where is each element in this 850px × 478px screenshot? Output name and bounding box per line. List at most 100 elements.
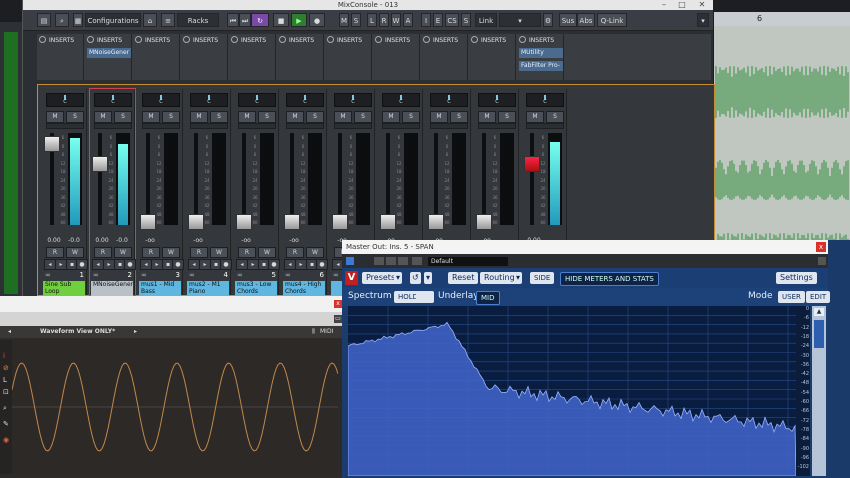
home-icon[interactable]: ⌂ [143, 13, 157, 27]
pan-control[interactable]: C [94, 93, 132, 107]
cycle-icon[interactable]: ↻ [251, 13, 269, 27]
solo-button[interactable]: S [210, 111, 228, 123]
write-button[interactable]: W [258, 247, 276, 258]
channel-name[interactable]: mus1 - Mid Bass [139, 281, 181, 296]
read-all-button[interactable]: R [379, 13, 389, 27]
mid-button[interactable]: MID [476, 291, 500, 305]
channel-strip[interactable]: C M S 6 0 6 12 18 24 30 36 42 48 60 -oo R W ◂ ▸ ▪ ● ∞ 3 mus1 - … [138, 89, 184, 296]
routing-button[interactable]: Routing [480, 272, 519, 284]
inserts-header[interactable]: INSERTS [423, 36, 458, 46]
pan-control[interactable]: C [238, 93, 276, 107]
suspend-button[interactable]: Sus [559, 13, 577, 27]
reset-button[interactable]: Reset [448, 272, 479, 284]
read-button[interactable]: R [286, 247, 304, 258]
mute-button[interactable]: M [238, 111, 256, 123]
user-mode-button[interactable]: USER [778, 291, 805, 303]
pan-control[interactable]: C [430, 93, 468, 107]
fader-track[interactable] [386, 133, 390, 225]
prev-arrow-icon[interactable]: ◂ [8, 326, 11, 338]
sends-bypass-button[interactable]: S [461, 13, 471, 27]
inserts-bypass-button[interactable]: I [421, 13, 431, 27]
speaker-icon[interactable]: ◉ [3, 436, 9, 444]
insert-slot-column[interactable]: INSERTS MUtility FabFilter Pro- [517, 34, 564, 80]
insert-slot-column[interactable]: INSERTS [277, 34, 324, 80]
hold-toggle-icon[interactable] [416, 291, 434, 303]
fader-track[interactable] [146, 133, 150, 225]
pan-control[interactable]: C [190, 93, 228, 107]
write-button[interactable]: W [162, 247, 180, 258]
mute-button[interactable]: M [286, 111, 304, 123]
channel-strip[interactable]: C M S 6 0 6 12 18 24 30 36 42 48 60 0.00 -0.0 R W ◂ ▸ ▪ ● ∞ 2 MN… [89, 88, 136, 296]
record-enable-icon[interactable]: ● [172, 259, 184, 270]
play-icon[interactable]: ▶ [291, 13, 307, 27]
solo-button[interactable]: S [354, 111, 372, 123]
solo-button[interactable]: S [546, 111, 564, 123]
channel-strip[interactable]: C M S 6 0 6 12 18 24 30 36 42 48 60 -oo R W ◂ ▸ ▪ ● ∞ 4 mus2 - … [186, 89, 232, 296]
solo-button[interactable]: S [498, 111, 516, 123]
configurations-button[interactable]: Configurations [85, 13, 141, 27]
spectrum-display[interactable] [347, 306, 797, 477]
next-arrow-icon[interactable]: ▸ [134, 326, 137, 338]
config-icon[interactable]: ▦ [73, 13, 83, 27]
channel-strip[interactable]: C M S 6 0 6 12 18 24 30 36 42 48 60 0.00 -0.0 R W ◂ ▸ ▪ ● ∞ 1 Si… [42, 89, 88, 296]
pan-control[interactable]: C [334, 93, 372, 107]
panel-menu-icon[interactable] [818, 257, 826, 265]
zoom-icon[interactable]: ⌕ [3, 404, 7, 413]
inserts-header[interactable]: INSERTS [327, 36, 362, 46]
solo-button[interactable]: S [258, 111, 276, 123]
insert-plugin-slot[interactable]: FabFilter Pro- [519, 61, 563, 71]
automation-button[interactable]: A [403, 13, 413, 27]
info-icon[interactable]: i [3, 352, 5, 360]
pan-control[interactable]: C [526, 93, 564, 107]
pan-control[interactable]: C [142, 93, 180, 107]
mute-button[interactable]: M [46, 111, 64, 123]
pan-control[interactable]: C [382, 93, 420, 107]
racks-menu-icon[interactable]: ≡ [161, 13, 175, 27]
insert-slot-column[interactable]: INSERTS [133, 34, 180, 80]
inserts-header[interactable]: INSERTS [135, 36, 170, 46]
routing-dropdown-icon[interactable]: ▾ [514, 272, 523, 284]
scroll-up-icon[interactable]: ▲ [814, 308, 824, 316]
inserts-header[interactable]: INSERTS [471, 36, 506, 46]
close-icon[interactable]: x [816, 242, 826, 252]
go-to-end-icon[interactable]: ⏭ [239, 13, 251, 27]
insert-slot-column[interactable]: INSERTS [373, 34, 420, 80]
listen-all-button[interactable]: L [367, 13, 377, 27]
preset-browse-icon[interactable] [374, 257, 384, 265]
channel-strip[interactable]: C M S 6 0 6 12 18 24 30 36 42 48 60 -oo R W ◂ ▸ ▪ ● ∞ 5 mus3 - … [234, 89, 280, 296]
mute-button[interactable]: M [526, 111, 544, 123]
mute-all-button[interactable]: M [339, 13, 349, 27]
fader-track[interactable] [242, 133, 246, 225]
pan-control[interactable]: C [478, 93, 516, 107]
window-layout-icon[interactable]: ▤ [37, 13, 51, 27]
channel-name[interactable]: Sine Sub Loop [43, 281, 85, 296]
q-link-button[interactable]: Q-Link [597, 13, 627, 27]
channel-strip[interactable]: C M S 6 0 6 12 18 24 30 36 42 48 60 -oo R W ◂ ▸ ▪ ● ∞ 6 mus4 - … [282, 89, 328, 296]
preset-save-icon[interactable] [386, 257, 396, 265]
fader-track[interactable] [530, 133, 534, 225]
inserts-header[interactable]: INSERTS [231, 36, 266, 46]
read-button[interactable]: R [94, 247, 112, 258]
inserts-header[interactable]: INSERTS [39, 36, 74, 46]
read-button[interactable]: R [190, 247, 208, 258]
channel-name[interactable]: MNoiseGener [91, 281, 133, 296]
undo-icon[interactable]: ↺ [410, 272, 421, 284]
close-icon[interactable]: ✕ [693, 0, 711, 10]
fader-track[interactable] [434, 133, 438, 225]
insert-slot-column[interactable]: INSERTS [325, 34, 372, 80]
write-button[interactable]: W [210, 247, 228, 258]
fader-track[interactable] [482, 133, 486, 225]
go-to-start-icon[interactable]: ⏮ [227, 13, 239, 27]
write-all-button[interactable]: W [391, 13, 401, 27]
solo-button[interactable]: S [306, 111, 324, 123]
range-icon[interactable]: ⊡ [3, 388, 9, 396]
inserts-header[interactable]: INSERTS [183, 36, 218, 46]
link-group-select[interactable]: ▾ [499, 13, 541, 27]
record-enable-icon[interactable]: ● [124, 259, 136, 270]
write-button[interactable]: W [114, 247, 132, 258]
fader-track[interactable] [290, 133, 294, 225]
hide-meters-button[interactable]: HIDE METERS AND STATS [560, 272, 659, 286]
insert-slot-column[interactable]: INSERTS [469, 34, 516, 80]
compare-icon[interactable] [398, 257, 408, 265]
absolute-button[interactable]: Abs [577, 13, 595, 27]
